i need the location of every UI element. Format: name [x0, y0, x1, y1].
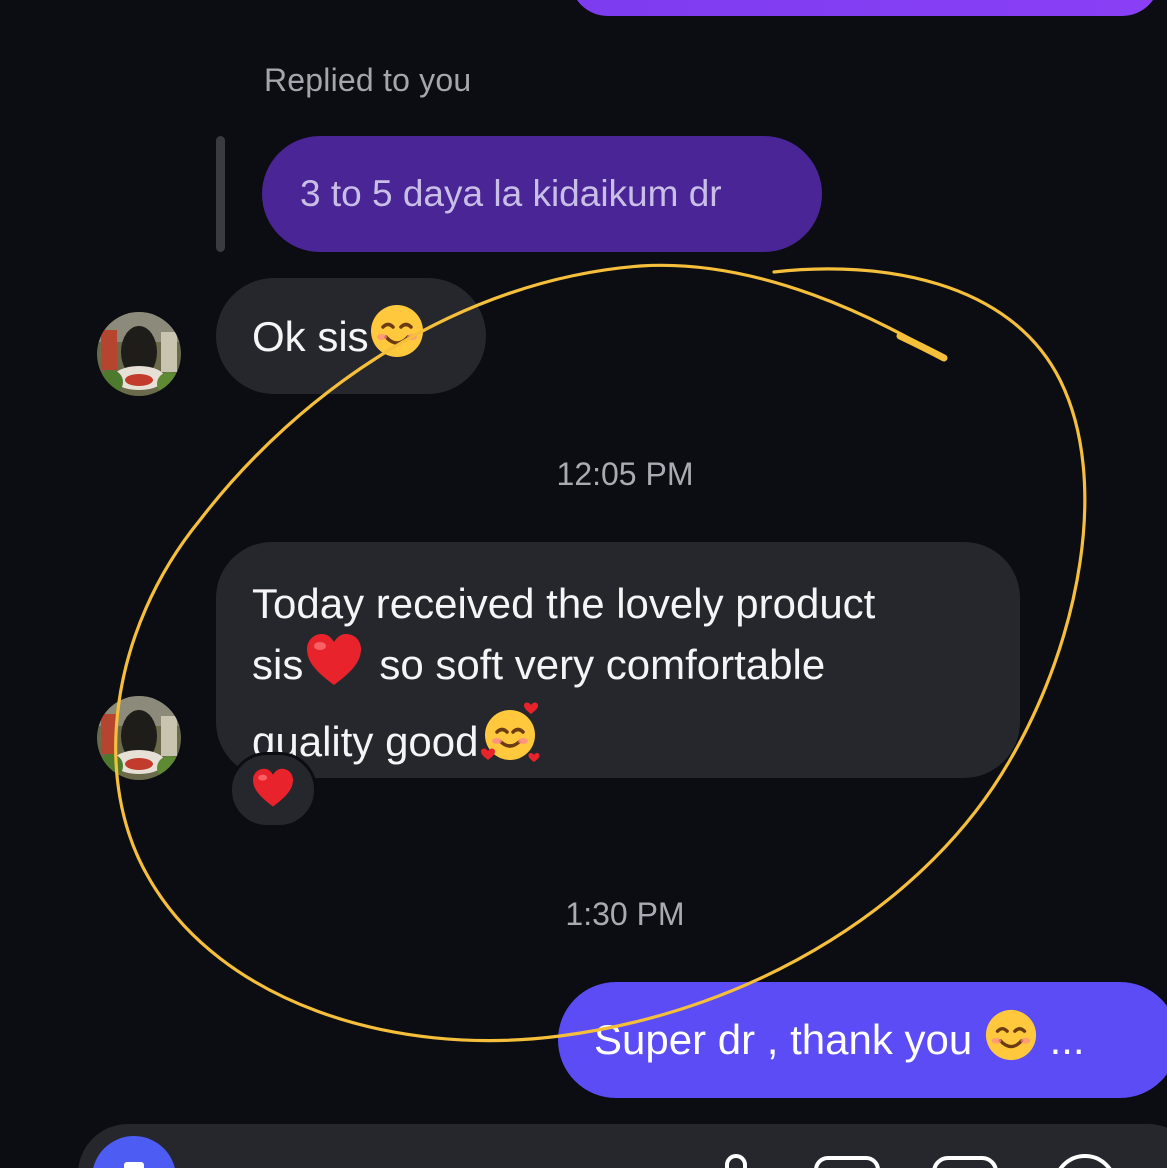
message-text: Super dr , thank you ...: [594, 1008, 1085, 1072]
message-line: Today received the lovely product: [252, 580, 876, 627]
message-text: Ok sis: [252, 303, 425, 369]
reply-label: Replied to you: [264, 62, 472, 98]
red-heart-icon: [305, 633, 363, 702]
message-composer[interactable]: [78, 1124, 1167, 1168]
message-line: quality good: [252, 702, 984, 779]
smiling-face-icon: [984, 1008, 1038, 1072]
replied-message-bubble[interactable]: 3 to 5 daya la kidaikum dr: [262, 136, 822, 252]
microphone-icon[interactable]: [716, 1150, 756, 1168]
outgoing-message-bubble[interactable]: Super dr , thank you ...: [558, 982, 1167, 1098]
sender-avatar[interactable]: [97, 696, 181, 780]
smiling-face-icon: [369, 303, 425, 369]
timestamp: 1:30 PM: [565, 896, 685, 932]
image-icon[interactable]: [812, 1150, 884, 1168]
sticker-icon[interactable]: [930, 1150, 1002, 1168]
chat-screen: Replied to you 3 to 5 daya la kidaikum d…: [0, 0, 1167, 1168]
timestamp: 12:05 PM: [556, 456, 694, 492]
sender-avatar[interactable]: [97, 312, 181, 396]
plus-icon[interactable]: [1050, 1150, 1120, 1168]
red-heart-icon: [251, 768, 295, 813]
incoming-message-bubble[interactable]: Ok sis: [216, 278, 486, 394]
message-reaction[interactable]: [229, 752, 317, 828]
camera-button[interactable]: [92, 1136, 176, 1168]
incoming-message-bubble[interactable]: Today received the lovely product sis so…: [216, 542, 1020, 778]
replied-message-text: 3 to 5 daya la kidaikum dr: [300, 173, 722, 214]
previous-sent-message-bubble[interactable]: [570, 0, 1160, 16]
message-line: sis so soft very comfortable: [252, 633, 984, 702]
smiling-face-with-hearts-icon: [479, 702, 541, 779]
reply-indicator-bar: [216, 136, 225, 252]
